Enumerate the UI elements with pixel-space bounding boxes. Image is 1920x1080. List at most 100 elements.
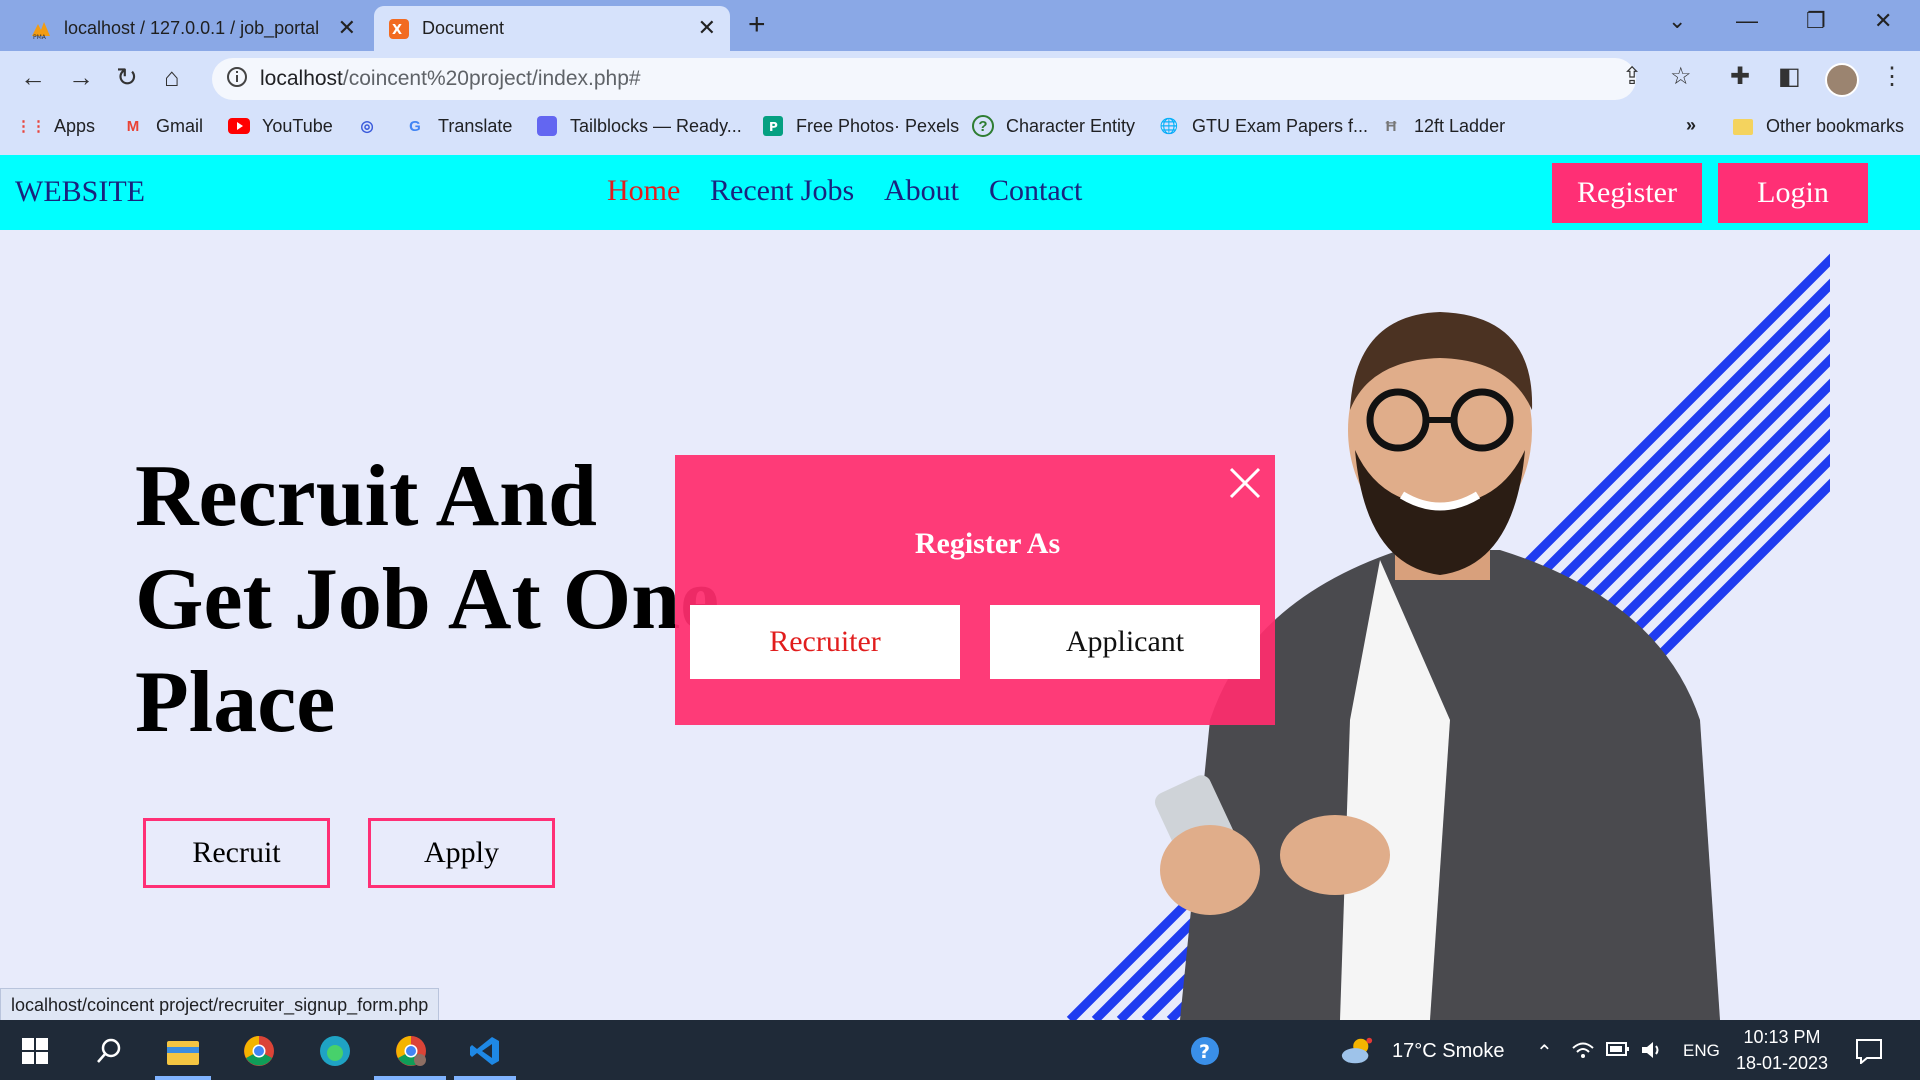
- search-icon[interactable]: [92, 1034, 126, 1068]
- xampp-icon: X: [388, 18, 410, 40]
- folder-icon: [1732, 115, 1754, 137]
- bookmark-label: Free Photos· Pexels: [796, 115, 960, 136]
- clock-date: 18-01-2023: [1735, 1053, 1829, 1073]
- applicant-option-button[interactable]: Applicant: [990, 605, 1260, 679]
- tab-close-icon[interactable]: ✕: [338, 17, 356, 39]
- url-text[interactable]: localhost/coincent%20project/index.php#: [260, 67, 641, 91]
- svg-text:?: ?: [1199, 1041, 1210, 1063]
- bookmark-label: Character Entity: [1006, 115, 1136, 136]
- login-button[interactable]: Login: [1718, 163, 1868, 223]
- wifi-icon[interactable]: [1572, 1040, 1594, 1066]
- clock-time: 10:13 PM: [1743, 1027, 1821, 1047]
- bookmark-label: Other bookmarks: [1766, 115, 1905, 136]
- side-panel-icon[interactable]: ◧: [1778, 64, 1801, 90]
- svg-text:X: X: [392, 23, 402, 38]
- chrome-profile-icon[interactable]: [394, 1034, 428, 1068]
- bookmark-pexels[interactable]: P Free Photos· Pexels: [762, 115, 959, 137]
- other-bookmarks[interactable]: Other bookmarks: [1732, 115, 1904, 137]
- chrome-icon[interactable]: [242, 1034, 276, 1068]
- show-hidden-icons-chevron-icon[interactable]: ⌃: [1536, 1040, 1553, 1065]
- tailblocks-icon: [536, 115, 558, 137]
- apply-button[interactable]: Apply: [368, 818, 555, 888]
- clock[interactable]: 10:13 PM 18-01-2023: [1722, 1024, 1842, 1076]
- chrome-active-indicator: [374, 1076, 446, 1080]
- forward-icon[interactable]: →: [68, 64, 94, 90]
- url-host: localhost: [260, 67, 343, 90]
- link-hover-status: localhost/coincent project/recruiter_sig…: [0, 988, 440, 1021]
- weather-cloud-icon[interactable]: [1340, 1034, 1374, 1068]
- ladder-icon: Ħ: [1385, 117, 1397, 135]
- recruiter-option-button[interactable]: Recruiter: [690, 605, 960, 679]
- edge-like-icon: ◎: [360, 118, 374, 135]
- windows-start-icon[interactable]: [18, 1034, 52, 1068]
- globe-icon: 🌐: [1159, 118, 1179, 135]
- nav-contact[interactable]: Contact: [989, 174, 1082, 208]
- profile-avatar[interactable]: [1825, 63, 1859, 97]
- bookmark-gmail[interactable]: M Gmail: [122, 115, 203, 137]
- back-icon[interactable]: ←: [20, 64, 46, 90]
- svg-text:P: P: [769, 120, 778, 134]
- bookmark-unnamed[interactable]: ◎: [356, 115, 390, 137]
- reload-icon[interactable]: ↻: [116, 64, 138, 90]
- restore-icon[interactable]: ❐: [1806, 8, 1826, 34]
- tab-phpmyadmin[interactable]: PMA localhost / 127.0.0.1 / job_portal ✕: [0, 6, 370, 51]
- svg-text:PMA: PMA: [33, 34, 47, 40]
- bookmark-translate[interactable]: G Translate: [404, 115, 512, 137]
- tab-document[interactable]: X Document ✕: [374, 6, 730, 51]
- tab-close-icon[interactable]: ✕: [698, 17, 716, 39]
- modal-title: Register As: [914, 527, 1061, 560]
- menu-kebab-icon[interactable]: ⋮: [1880, 64, 1904, 90]
- register-modal: [675, 455, 1275, 725]
- bookmark-gtu[interactable]: 🌐 GTU Exam Papers f...: [1158, 115, 1368, 137]
- minimize-icon[interactable]: —: [1736, 8, 1758, 34]
- vscode-icon[interactable]: [468, 1034, 502, 1068]
- nav-about[interactable]: About: [884, 174, 959, 208]
- battery-icon[interactable]: [1606, 1040, 1630, 1063]
- new-tab-icon[interactable]: +: [748, 10, 766, 40]
- site-logo[interactable]: WEBSITE: [15, 175, 145, 209]
- site-info-icon[interactable]: [226, 66, 248, 88]
- tab-title: localhost / 127.0.0.1 / job_portal: [64, 18, 320, 38]
- youtube-icon: [228, 115, 250, 137]
- extensions-icon[interactable]: ✚: [1730, 64, 1750, 90]
- file-explorer-active-indicator: [155, 1076, 211, 1080]
- language-indicator[interactable]: ENG: [1683, 1041, 1720, 1061]
- file-explorer-icon[interactable]: [166, 1034, 200, 1068]
- bookmark-apps[interactable]: ⋮⋮ Apps: [16, 115, 96, 137]
- question-circle-icon: ?: [972, 115, 994, 137]
- translate-icon: G: [409, 117, 421, 135]
- bookmark-12ft-ladder[interactable]: Ħ 12ft Ladder: [1380, 115, 1506, 137]
- phpmyadmin-icon: PMA: [30, 18, 52, 40]
- volume-icon[interactable]: [1640, 1040, 1664, 1066]
- bookmark-label: Apps: [54, 115, 96, 136]
- tab-search-icon[interactable]: ⌄: [1668, 8, 1686, 34]
- home-icon[interactable]: ⌂: [164, 64, 180, 90]
- bookmark-label: GTU Exam Papers f...: [1192, 115, 1369, 136]
- bookmark-label: Gmail: [156, 115, 204, 136]
- pexels-icon: P: [762, 115, 784, 137]
- url-path: /coincent%20project/index.php#: [342, 67, 641, 90]
- bookmark-star-icon[interactable]: ☆: [1670, 64, 1692, 90]
- window-close-icon[interactable]: ✕: [1874, 8, 1892, 34]
- apps-grid-icon: ⋮⋮: [16, 118, 46, 135]
- register-button[interactable]: Register: [1552, 163, 1702, 223]
- tab-title: Document: [422, 18, 505, 38]
- notification-center-icon[interactable]: [1852, 1034, 1886, 1068]
- bookmark-label: Tailblocks — Ready...: [570, 115, 742, 136]
- bookmark-character-entity[interactable]: ? Character Entity: [972, 115, 1135, 137]
- bookmark-label: Translate: [438, 115, 513, 136]
- bookmark-tailblocks[interactable]: Tailblocks — Ready...: [536, 115, 742, 137]
- share-icon[interactable]: ⇪: [1622, 64, 1642, 90]
- recruit-button[interactable]: Recruit: [143, 818, 330, 888]
- modal-close-icon[interactable]: [1228, 466, 1262, 500]
- bookmark-youtube[interactable]: YouTube: [228, 115, 333, 137]
- help-icon[interactable]: ?: [1188, 1034, 1222, 1068]
- windows-taskbar: [0, 1020, 1920, 1080]
- bookmark-label: 12ft Ladder: [1414, 115, 1506, 136]
- vscode-active-indicator: [454, 1076, 516, 1080]
- edge-icon[interactable]: [318, 1034, 352, 1068]
- weather-text[interactable]: 17°C Smoke: [1392, 1040, 1505, 1063]
- nav-recent-jobs[interactable]: Recent Jobs: [710, 174, 854, 208]
- more-bookmarks-chevron-icon[interactable]: »: [1686, 115, 1696, 136]
- nav-home[interactable]: Home: [607, 174, 680, 208]
